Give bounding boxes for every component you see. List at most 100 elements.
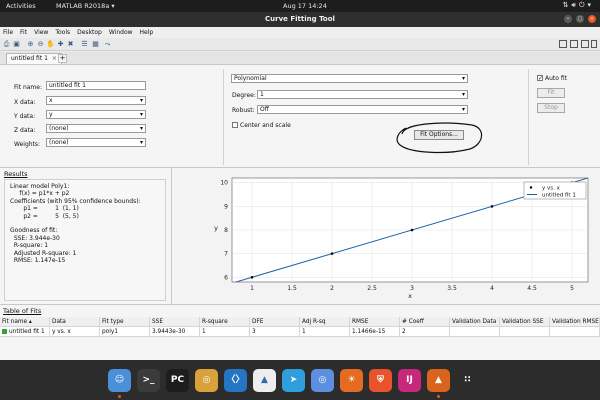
- inkscape-icon[interactable]: ▲: [253, 368, 276, 392]
- fit-button[interactable]: Fit: [537, 88, 565, 98]
- y-tick-label: 9: [224, 203, 228, 210]
- col-sse[interactable]: SSE: [150, 317, 200, 327]
- layout-grid-icon[interactable]: [581, 40, 589, 48]
- add-tab-button[interactable]: +: [58, 54, 67, 63]
- center-scale-checkbox[interactable]: [232, 122, 238, 128]
- firefox-icon[interactable]: ☀: [340, 368, 363, 392]
- grid-icon[interactable]: ▦: [91, 40, 100, 49]
- results-line: f(x) = p1*x + p2: [10, 190, 70, 198]
- cell-validation-sse: [500, 327, 550, 337]
- close-button[interactable]: ×: [588, 15, 596, 23]
- col-validation-sse[interactable]: Validation SSE: [500, 317, 550, 327]
- col-r-square[interactable]: R-square: [200, 317, 250, 327]
- terminal-icon[interactable]: >_: [137, 368, 160, 392]
- cell-rmse: 1.1466e-15: [350, 327, 400, 337]
- menu-view[interactable]: View: [34, 27, 48, 38]
- table-header-row: Fit name ▴ Data Fit type SSE R-square DF…: [0, 317, 600, 327]
- window-title-bar: Curve Fitting Tool – □ ×: [0, 12, 600, 27]
- weights-select[interactable]: (none): [46, 138, 146, 147]
- chrome-icon[interactable]: ◎: [195, 368, 218, 392]
- data-point: [490, 205, 494, 208]
- brave-icon[interactable]: ⛨: [369, 368, 392, 392]
- col-validation-rmse[interactable]: Validation RMSE: [550, 317, 600, 327]
- col-validation-data[interactable]: Validation Data: [450, 317, 500, 327]
- zoom-in-icon[interactable]: ⊕: [26, 40, 35, 49]
- results-text: Linear model Poly1: f(x) = p1*x + p2 Coef…: [4, 179, 166, 301]
- results-line: p2 = 5 (5, 5): [10, 212, 79, 220]
- maximize-button[interactable]: □: [576, 15, 584, 23]
- close-tab-icon[interactable]: ×: [52, 55, 57, 62]
- fit-options-button[interactable]: Fit Options...: [414, 130, 464, 140]
- z-data-select[interactable]: (none): [46, 124, 146, 133]
- col-fit-type[interactable]: Fit type: [100, 317, 150, 327]
- x-data-select[interactable]: x: [46, 96, 146, 105]
- stop-button[interactable]: Stop: [537, 103, 565, 113]
- minimize-button[interactable]: –: [564, 15, 572, 23]
- table-row[interactable]: untitled fit 1 y vs. x poly1 3.9443e-30 …: [0, 327, 600, 337]
- menu-desktop[interactable]: Desktop: [77, 27, 102, 38]
- finder-icon[interactable]: ☺: [108, 368, 131, 398]
- weights-label: Weights:: [14, 141, 41, 148]
- y-tick-label: 10: [220, 180, 228, 187]
- apps-grid-icon[interactable]: ∷: [456, 368, 479, 392]
- y-tick-label: 7: [224, 251, 228, 258]
- vscode-icon[interactable]: 〈〉: [224, 368, 247, 392]
- pycharm-icon[interactable]: PC: [166, 368, 189, 392]
- col-fit-name[interactable]: Fit name ▴: [0, 317, 50, 327]
- col-dfe[interactable]: DFE: [250, 317, 300, 327]
- y-tick-label: 8: [224, 227, 228, 234]
- cell-adj-r-sq: 1: [300, 327, 350, 337]
- col-data[interactable]: Data: [50, 317, 100, 327]
- col-coeff[interactable]: # Coeff: [400, 317, 450, 327]
- col-rmse[interactable]: RMSE: [350, 317, 400, 327]
- fit-name-input[interactable]: untitled fit 1: [46, 81, 146, 90]
- volume-icon: 🔊︎: [571, 1, 579, 9]
- divider: [528, 69, 529, 165]
- cell-coeff: 2: [400, 327, 450, 337]
- dock: ☺ >_ PC ◎ 〈〉 ▲ ➤ ◎ ☀ ⛨ IJ ▲ ∷: [0, 360, 600, 400]
- matlab-icon[interactable]: ▲: [427, 368, 450, 398]
- y-data-select[interactable]: y: [46, 110, 146, 119]
- app-menu[interactable]: MATLAB R2018a ▾: [56, 2, 115, 10]
- cell-r-square: 1: [200, 327, 250, 337]
- telegram-icon[interactable]: ➤: [282, 368, 305, 392]
- menu-help[interactable]: Help: [140, 27, 154, 38]
- cell-data: y vs. x: [50, 327, 100, 337]
- x-tick-label: 5: [570, 285, 574, 292]
- auto-fit-checkbox[interactable]: ✓: [537, 75, 543, 82]
- print-icon[interactable]: ⎙: [2, 40, 11, 49]
- robust-select[interactable]: Off: [257, 105, 468, 114]
- col-adj-r-sq[interactable]: Adj R-sq: [300, 317, 350, 327]
- residuals-icon[interactable]: ⤳: [103, 40, 112, 49]
- legend-icon[interactable]: ☰: [80, 40, 89, 49]
- fit-plot[interactable]: 1 1.5 2 2.5 3 3.5 4 4.5 5 6 7 8 9 10 x y y vs. xuntitled…: [172, 168, 600, 304]
- chromium-icon[interactable]: ◎: [311, 368, 334, 392]
- results-panel: Results Linear model Poly1: f(x) = p1*x …: [0, 168, 172, 304]
- robust-label: Robust:: [232, 107, 255, 114]
- exclude-icon[interactable]: ✖: [66, 40, 75, 49]
- x-tick-label: 2.5: [367, 285, 377, 292]
- zoom-out-icon[interactable]: ⊖: [36, 40, 45, 49]
- save-icon[interactable]: ▣: [12, 40, 21, 49]
- system-tray[interactable]: ⇅🔊︎⏻▾: [563, 1, 594, 10]
- menu-window[interactable]: Window: [109, 27, 133, 38]
- layout-more-icon[interactable]: [591, 40, 597, 48]
- layout-single-icon[interactable]: [559, 40, 567, 48]
- data-cursor-icon[interactable]: ✚: [56, 40, 65, 49]
- layout-split-icon[interactable]: [570, 40, 578, 48]
- degree-select[interactable]: 1: [257, 90, 468, 99]
- menu-fit[interactable]: Fit: [20, 27, 27, 38]
- legend-label-fit: untitled fit 1: [542, 193, 576, 199]
- data-point: [410, 228, 414, 232]
- y-tick-label: 6: [224, 274, 228, 281]
- clock[interactable]: Aug 17 14:24: [283, 2, 327, 10]
- activities-button[interactable]: Activities: [6, 2, 36, 10]
- menu-file[interactable]: File: [3, 27, 13, 38]
- cell-fit-type: poly1: [100, 327, 150, 337]
- fit-type-select[interactable]: Polynomial: [231, 74, 468, 83]
- x-tick-label: 1: [250, 285, 254, 292]
- tab-untitled-fit-1[interactable]: untitled fit 1 ×: [6, 53, 62, 64]
- menu-tools[interactable]: Tools: [55, 27, 70, 38]
- intellij-icon[interactable]: IJ: [398, 368, 421, 392]
- pan-icon[interactable]: ✋: [46, 40, 55, 49]
